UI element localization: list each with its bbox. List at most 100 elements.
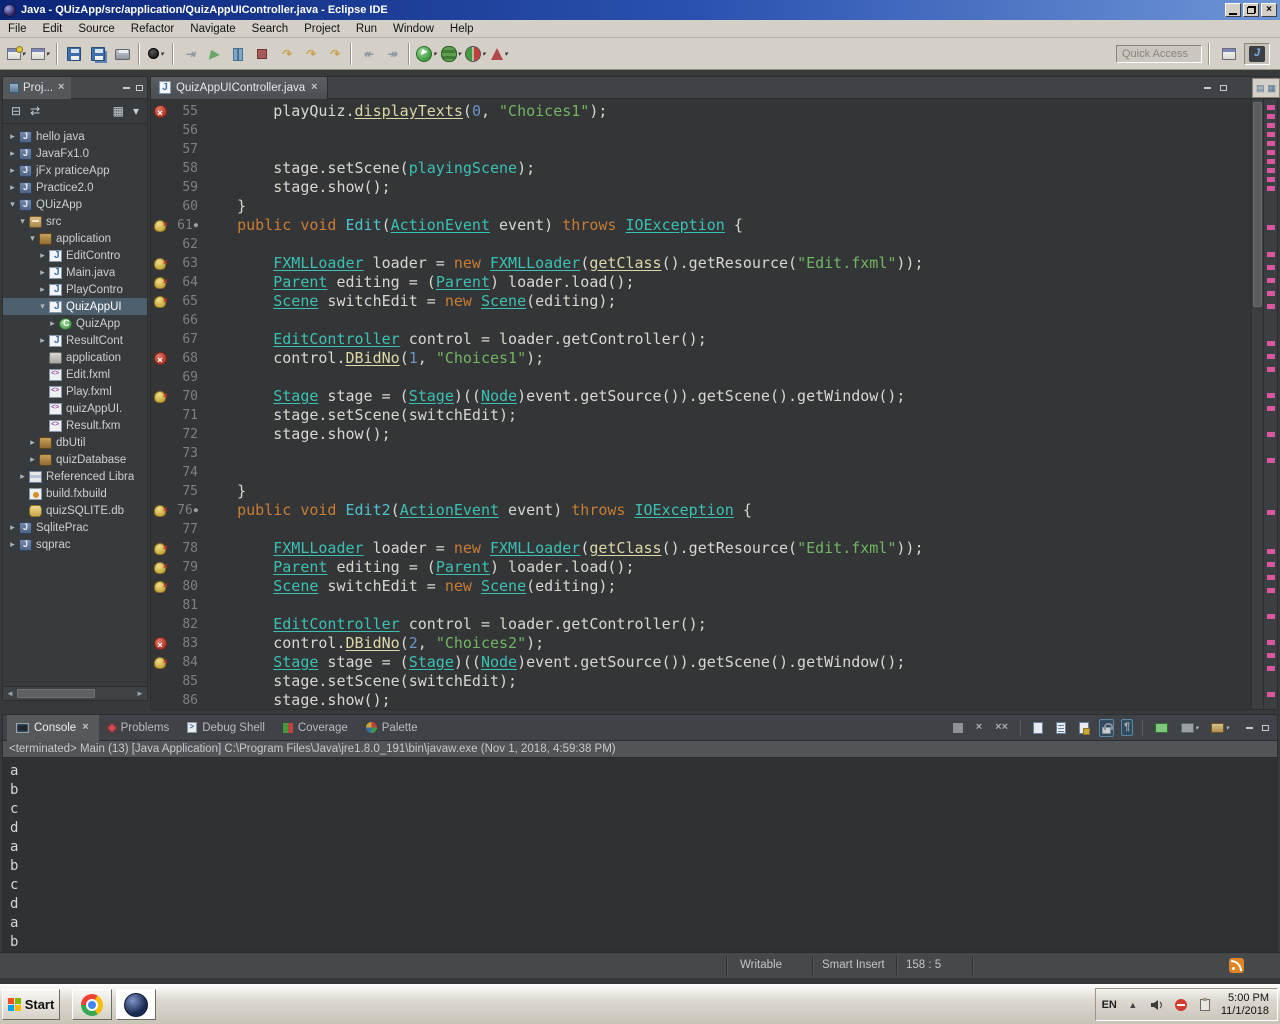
chrome-taskbar-button[interactable]: [72, 989, 112, 1020]
display-selected-console-button[interactable]: [1152, 720, 1171, 736]
maximize-view-icon[interactable]: [136, 85, 143, 91]
minimize-view-icon[interactable]: [1204, 87, 1211, 89]
resume-button[interactable]: ▶: [202, 42, 226, 66]
scrollbar-thumb[interactable]: [17, 689, 95, 698]
annotation-mark[interactable]: [1267, 367, 1275, 372]
clear-console-button[interactable]: [1053, 719, 1069, 737]
code-line[interactable]: 83 control.DBidNo(2, "Choices2");: [151, 634, 1249, 653]
pause-button[interactable]: [226, 42, 250, 66]
annotation-mark[interactable]: [1267, 186, 1275, 191]
open-perspective-button[interactable]: [1216, 43, 1242, 65]
tree-item-jfx-praticeapp[interactable]: ▸jFx praticeApp: [3, 162, 147, 179]
quickfix-warning-icon[interactable]: [151, 581, 169, 593]
code-line[interactable]: 76● public void Edit2(ActionEvent event)…: [151, 501, 1249, 520]
restore-view-icon[interactable]: ▦: [1268, 83, 1277, 94]
menu-item-navigate[interactable]: Navigate: [182, 21, 243, 37]
code-line[interactable]: 82 EditController control = loader.getCo…: [151, 615, 1249, 634]
tree-item-hello-java[interactable]: ▸hello java: [3, 128, 147, 145]
start-button[interactable]: Start: [2, 989, 60, 1020]
code-line[interactable]: 67 EditController control = loader.getCo…: [151, 330, 1249, 349]
scroll-left-arrow-icon[interactable]: ◄: [3, 687, 17, 700]
minimize-view-icon[interactable]: [1246, 727, 1253, 729]
code-line[interactable]: 63 FXMLLoader loader = new FXMLLoader(ge…: [151, 254, 1249, 273]
quickfix-warning-icon[interactable]: [151, 391, 169, 403]
tab-quizappuicontroller[interactable]: J QuizAppUIController.java ×: [151, 77, 328, 99]
code-line[interactable]: 77: [151, 520, 1249, 539]
tab-coverage[interactable]: Coverage: [274, 715, 357, 741]
close-icon[interactable]: ×: [310, 82, 318, 93]
volume-icon[interactable]: [1149, 997, 1165, 1013]
remove-all-launches-button[interactable]: ××: [992, 719, 1011, 736]
annotation-mark[interactable]: [1267, 132, 1275, 137]
error-marker-icon[interactable]: [151, 637, 169, 650]
annotation-mark[interactable]: [1267, 393, 1275, 398]
tree-item-main-java[interactable]: ▸Main.java: [3, 264, 147, 281]
annotation-mark[interactable]: [1267, 123, 1275, 128]
code-line[interactable]: 73: [151, 444, 1249, 463]
error-marker-icon[interactable]: [151, 352, 169, 365]
tree-expand-arrow-icon[interactable]: ▸: [37, 335, 48, 346]
annotation-mark[interactable]: [1267, 406, 1275, 411]
tree-item-application[interactable]: ▾application: [3, 230, 147, 247]
tree-item-edit-fxml[interactable]: Edit.fxml: [3, 366, 147, 383]
save-all-button[interactable]: [86, 42, 110, 66]
tree-item-quizappui[interactable]: ▾QuizAppUI: [3, 298, 147, 315]
tab-project-explorer[interactable]: Proj... ×: [3, 77, 71, 99]
title-bar[interactable]: Java - QUizApp/src/application/QuizAppUI…: [0, 0, 1280, 20]
code-line[interactable]: 75 }: [151, 482, 1249, 501]
presentation-button[interactable]: ▦: [113, 105, 124, 117]
open-console-log-button[interactable]: [1030, 719, 1046, 737]
record-button[interactable]: ▾: [144, 42, 168, 66]
code-line[interactable]: 62: [151, 235, 1249, 254]
menu-item-project[interactable]: Project: [296, 21, 348, 37]
tree-item-practice2-0[interactable]: ▸Practice2.0: [3, 179, 147, 196]
tree-item-playcontro[interactable]: ▸PlayContro: [3, 281, 147, 298]
tree-item-quizapp[interactable]: ▾QUizApp: [3, 196, 147, 213]
annotation-mark[interactable]: [1267, 291, 1275, 296]
print-button[interactable]: [110, 42, 134, 66]
annotation-mark[interactable]: [1267, 278, 1275, 283]
scroll-lock-button[interactable]: [1099, 719, 1114, 737]
quickfix-warning-icon[interactable]: [151, 562, 169, 574]
annotation-mark[interactable]: [1267, 252, 1275, 257]
menu-item-edit[interactable]: Edit: [35, 21, 71, 37]
code-line[interactable]: 69: [151, 368, 1249, 387]
close-icon[interactable]: ×: [57, 82, 65, 93]
annotation-mark[interactable]: [1267, 432, 1275, 437]
menu-item-refactor[interactable]: Refactor: [123, 21, 182, 37]
tree-item-dbutil[interactable]: ▸dbUtil: [3, 434, 147, 451]
remove-launch-button[interactable]: ×: [973, 719, 985, 736]
quickfix-warning-icon[interactable]: [151, 258, 169, 270]
annotation-mark[interactable]: [1267, 341, 1275, 346]
annotation-mark[interactable]: [1267, 114, 1275, 119]
tree-item-quizapp[interactable]: ▸QuizApp: [3, 315, 147, 332]
annotation-mark[interactable]: [1267, 614, 1275, 619]
show-hidden-icons-chevron[interactable]: ▲: [1125, 997, 1141, 1013]
editor-vertical-scrollbar[interactable]: [1251, 99, 1263, 709]
error-marker-icon[interactable]: [151, 105, 169, 118]
tree-expand-arrow-icon[interactable]: ▸: [17, 471, 28, 482]
menu-item-help[interactable]: Help: [442, 21, 482, 37]
notification-feed-icon[interactable]: [1229, 958, 1244, 973]
code-line[interactable]: 86 stage.show();: [151, 691, 1249, 709]
link-with-editor-button[interactable]: ⇄: [30, 105, 40, 117]
tree-collapse-arrow-icon[interactable]: ▾: [27, 233, 38, 244]
last-edit-location-button[interactable]: ↞: [356, 42, 380, 66]
tree-expand-arrow-icon[interactable]: ▸: [47, 318, 58, 329]
tab-debug-shell[interactable]: Debug Shell: [178, 715, 274, 741]
tree-collapse-arrow-icon[interactable]: ▾: [37, 301, 48, 312]
quick-access-input[interactable]: Quick Access: [1116, 45, 1202, 63]
tree-expand-arrow-icon[interactable]: ▸: [7, 539, 18, 550]
step-into-button[interactable]: ↷: [274, 42, 298, 66]
tree-item-quizappui-[interactable]: quizAppUI.: [3, 400, 147, 417]
terminate-button[interactable]: [950, 720, 966, 736]
tree-collapse-arrow-icon[interactable]: ▾: [17, 216, 28, 227]
tree-expand-arrow-icon[interactable]: ▸: [7, 131, 18, 142]
annotation-mark[interactable]: [1267, 653, 1275, 658]
terminate-button[interactable]: [250, 42, 274, 66]
quickfix-warning-icon[interactable]: [151, 220, 169, 232]
tree-expand-arrow-icon[interactable]: ▸: [27, 454, 38, 465]
minimize-view-icon[interactable]: [123, 87, 130, 89]
new-console-view-button[interactable]: ▾: [1208, 720, 1232, 736]
restore-button[interactable]: [1243, 3, 1259, 17]
